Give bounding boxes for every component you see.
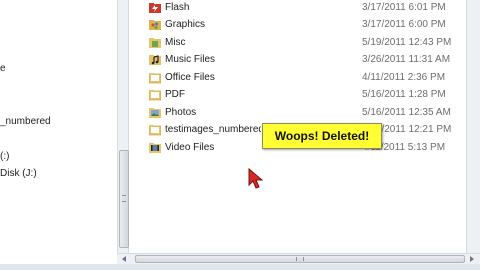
file-name: testimages_numbered <box>165 124 261 135</box>
deleted-callout: Woops! Deleted! <box>262 123 382 149</box>
file-name: Misc <box>165 37 186 48</box>
date-modified: 3/26/2011 11:31 AM <box>362 54 451 65</box>
file-name: Office Files <box>165 72 215 83</box>
list-item[interactable]: Misc 5/19/2011 12:43 PM <box>130 35 466 53</box>
graphics-folder-icon <box>149 19 161 31</box>
date-modified: 3/17/2011 6:00 PM <box>362 19 446 30</box>
list-item[interactable]: PDF 5/16/2011 1:28 PM <box>130 87 466 105</box>
horizontal-scroll-thumb[interactable] <box>135 255 465 263</box>
navigation-scroll-thumb[interactable] <box>119 150 129 248</box>
nav-item-testimages-numbered[interactable]: _numbered <box>0 116 51 127</box>
arrow-cursor-icon <box>248 167 264 193</box>
folder-icon <box>148 72 162 84</box>
navigation-pane-scrollbar[interactable] <box>117 0 129 258</box>
misc-folder-icon <box>149 37 161 49</box>
date-modified: 4/11/2011 2:36 PM <box>362 72 446 83</box>
details-bar <box>0 264 480 270</box>
list-item[interactable]: Music Files 3/26/2011 11:31 AM <box>130 52 466 70</box>
list-item[interactable]: Flash 3/17/2011 6:01 PM <box>130 0 466 18</box>
file-name: PDF <box>165 89 185 100</box>
file-name: Music Files <box>165 54 216 65</box>
date-modified: 5/19/2011 12:43 PM <box>362 37 452 48</box>
file-name: Photos <box>165 107 197 118</box>
nav-item[interactable]: e <box>0 63 6 74</box>
date-modified: 3/17/2011 6:01 PM <box>362 2 446 13</box>
list-item[interactable]: Photos 5/16/2011 12:35 AM <box>130 105 466 123</box>
file-name: Graphics <box>165 19 206 30</box>
file-name: Flash <box>165 2 190 13</box>
scroll-right-arrow-icon[interactable] <box>469 255 475 263</box>
nav-item-drive[interactable]: (:) <box>0 151 9 162</box>
folder-icon <box>148 124 162 136</box>
list-item[interactable]: Graphics 3/17/2011 6:00 PM <box>130 17 466 35</box>
video-folder-icon <box>149 142 161 154</box>
photos-folder-icon <box>149 107 161 119</box>
folder-icon <box>148 89 162 101</box>
horizontal-scrollbar[interactable] <box>117 253 480 264</box>
navigation-pane: e _numbered (:) Disk (J:) <box>0 0 117 258</box>
file-name: Video Files <box>165 142 215 153</box>
date-modified: 5/16/2011 12:35 AM <box>362 107 451 118</box>
flash-folder-icon <box>149 2 161 14</box>
nav-item-disk-j[interactable]: Disk (J:) <box>0 168 37 179</box>
date-modified: 5/16/2011 1:28 PM <box>362 89 446 100</box>
music-folder-icon <box>149 54 161 66</box>
scroll-left-arrow-icon[interactable] <box>121 255 127 263</box>
list-item[interactable]: Office Files 4/11/2011 2:36 PM <box>130 70 466 88</box>
vertical-scrollbar[interactable] <box>466 0 480 258</box>
